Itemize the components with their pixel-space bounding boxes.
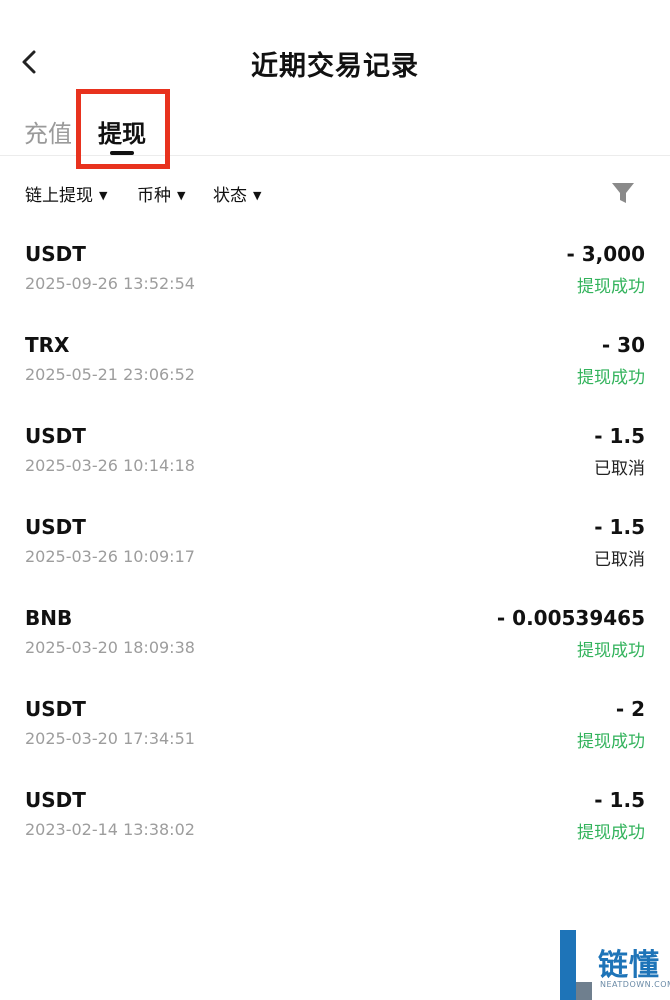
transaction-time: 2025-03-20 17:34:51 [25, 729, 195, 748]
coin-symbol: TRX [25, 333, 70, 357]
transaction-amount: - 2 [615, 697, 645, 721]
transaction-amount: - 1.5 [594, 515, 645, 539]
transaction-status: 提现成功 [577, 641, 645, 661]
filter-funnel-icon[interactable] [610, 181, 636, 205]
filter-type-label: 链上提现 [25, 186, 93, 206]
transaction-time: 2025-03-26 10:09:17 [25, 547, 195, 566]
transaction-row[interactable]: USDT 2025-03-20 17:34:51 - 2 提现成功 [0, 685, 670, 776]
transaction-status: 提现成功 [577, 368, 645, 388]
transaction-status: 提现成功 [577, 823, 645, 843]
filter-type-dropdown[interactable]: 链上提现 ▼ [25, 181, 107, 206]
tab-bar: 充值 提现 [0, 100, 670, 156]
transaction-time: 2025-03-20 18:09:38 [25, 638, 195, 657]
watermark-text: 链懂 [598, 948, 660, 983]
filter-coin-label: 币种 [137, 186, 171, 206]
filter-coin-dropdown[interactable]: 币种 ▼ [137, 181, 185, 206]
filter-status-label: 状态 [213, 186, 247, 206]
active-tab-indicator [110, 151, 134, 155]
coin-symbol: USDT [25, 424, 86, 448]
transaction-status: 提现成功 [577, 732, 645, 752]
coin-symbol: BNB [25, 606, 73, 630]
coin-symbol: USDT [25, 242, 86, 266]
transaction-time: 2025-03-26 10:14:18 [25, 456, 195, 475]
tab-withdraw[interactable]: 提现 [98, 114, 146, 149]
transaction-time: 2023-02-14 13:38:02 [25, 820, 195, 839]
watermark-subtext: NEATDOWN.COM [600, 980, 670, 989]
coin-symbol: USDT [25, 515, 86, 539]
filter-bar: 链上提现 ▼ 币种 ▼ 状态 ▼ [0, 170, 670, 216]
transaction-row[interactable]: USDT 2025-03-26 10:09:17 - 1.5 已取消 [0, 503, 670, 594]
transaction-amount: - 3,000 [566, 242, 645, 266]
transaction-time: 2025-09-26 13:52:54 [25, 274, 195, 293]
transaction-status: 已取消 [594, 459, 645, 479]
transaction-amount: - 0.00539465 [496, 606, 645, 630]
caret-down-icon: ▼ [99, 189, 108, 202]
transaction-amount: - 1.5 [594, 424, 645, 448]
transaction-time: 2025-05-21 23:06:52 [25, 365, 195, 384]
coin-symbol: USDT [25, 697, 86, 721]
transaction-status: 提现成功 [577, 277, 645, 297]
transaction-row[interactable]: USDT 2023-02-14 13:38:02 - 1.5 提现成功 [0, 776, 670, 867]
transaction-amount: - 1.5 [594, 788, 645, 812]
caret-down-icon: ▼ [253, 189, 262, 202]
transaction-row[interactable]: TRX 2025-05-21 23:06:52 - 30 提现成功 [0, 321, 670, 412]
transaction-amount: - 30 [601, 333, 645, 357]
header-bar: 近期交易记录 [0, 0, 670, 100]
tab-deposit[interactable]: 充值 [24, 114, 72, 149]
brand-l-logo-icon [560, 930, 592, 1000]
transaction-status: 已取消 [594, 550, 645, 570]
filter-status-dropdown[interactable]: 状态 ▼ [213, 181, 261, 206]
page-title: 近期交易记录 [251, 51, 419, 82]
watermark-logo: 链懂 NEATDOWN.COM [556, 930, 670, 1000]
transaction-row[interactable]: BNB 2025-03-20 18:09:38 - 0.00539465 提现成… [0, 594, 670, 685]
transaction-row[interactable]: USDT 2025-03-26 10:14:18 - 1.5 已取消 [0, 412, 670, 503]
transaction-row[interactable]: USDT 2025-09-26 13:52:54 - 3,000 提现成功 [0, 230, 670, 321]
caret-down-icon: ▼ [177, 189, 186, 202]
coin-symbol: USDT [25, 788, 86, 812]
